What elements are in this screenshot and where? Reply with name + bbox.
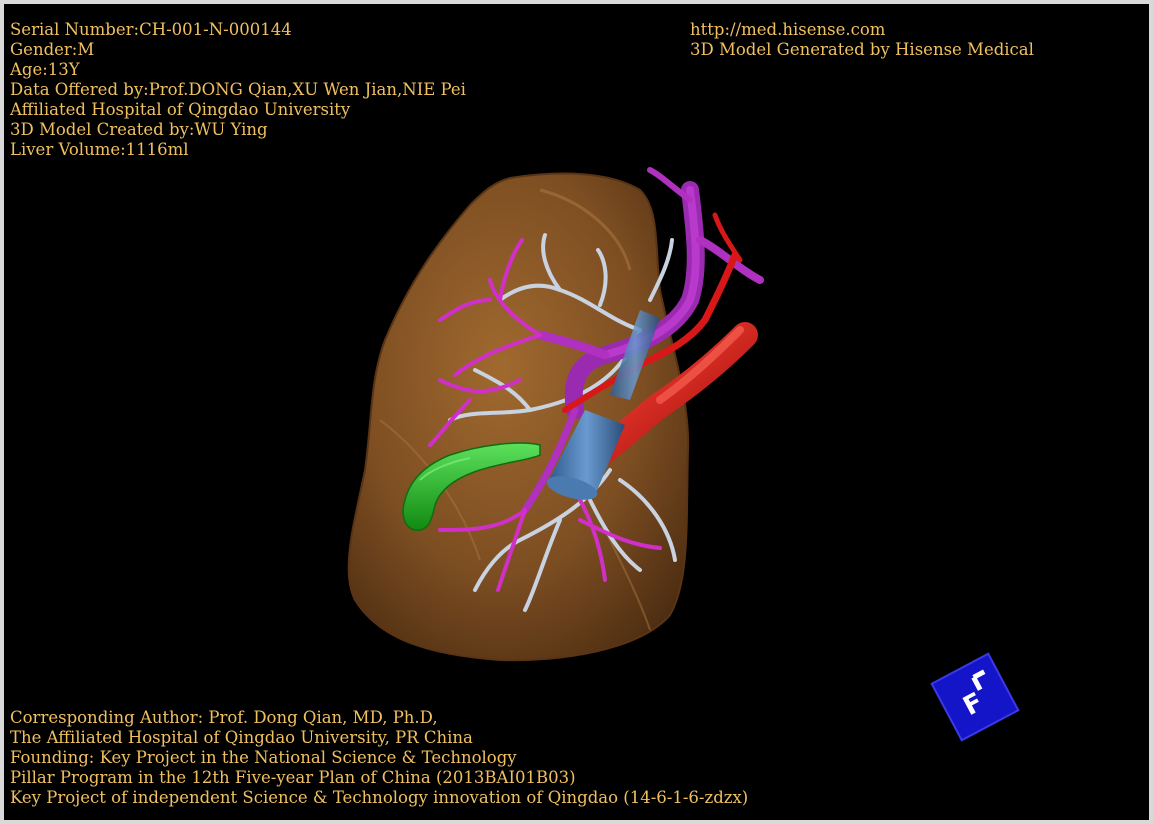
corresponding-author: Corresponding Author: Prof. Dong Qian, M… [10, 708, 438, 727]
data-offered: Data Offered by:Prof.DONG Qian,XU Wen Ji… [10, 80, 466, 99]
liver-volume: Liver Volume:1116ml [10, 140, 189, 159]
vendor-url: http://med.hisense.com [690, 20, 886, 39]
patient-info: Serial Number:CH-001-N-000144 Gender:M A… [10, 20, 466, 160]
vendor-info: http://med.hisense.com 3D Model Generate… [690, 20, 1034, 60]
serial-number: Serial Number:CH-001-N-000144 [10, 20, 292, 39]
gender: Gender:M [10, 40, 95, 59]
3d-viewport[interactable]: F Serial Number:CH-001-N-000144 Gender:M… [0, 0, 1153, 824]
orientation-cube-icon: F [930, 652, 1020, 742]
credits-info: Corresponding Author: Prof. Dong Qian, M… [10, 708, 748, 808]
generated-by: 3D Model Generated by Hisense Medical [690, 40, 1034, 59]
age: Age:13Y [10, 60, 80, 79]
hospital: Affiliated Hospital of Qingdao Universit… [10, 100, 351, 119]
pillar-program: Pillar Program in the 12th Five-year Pla… [10, 768, 576, 787]
key-project: Key Project of independent Science & Tec… [10, 788, 749, 807]
model-created: 3D Model Created by:WU Ying [10, 120, 268, 139]
affiliation: The Affiliated Hospital of Qingdao Unive… [10, 728, 473, 747]
founding: Founding: Key Project in the National Sc… [10, 748, 517, 767]
